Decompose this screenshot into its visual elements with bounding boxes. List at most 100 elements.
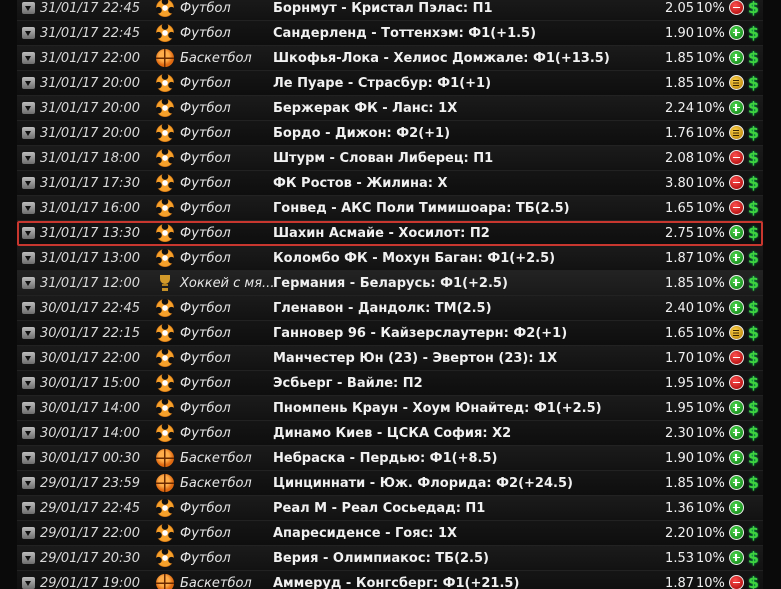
dollar-icon[interactable]: $ [746, 72, 761, 94]
dollar-icon[interactable]: $ [746, 272, 761, 294]
bet-row[interactable]: 31/01/17 13:00 Футбол Коломбо ФК - Мохун Б… [17, 246, 763, 271]
dollar-icon[interactable]: $ [746, 547, 761, 569]
bet-event[interactable]: Коломбо ФК - Мохун Баган: Ф1(+2.5) [273, 246, 555, 271]
expand-arrow-icon[interactable] [22, 177, 35, 189]
bet-event[interactable]: Пномпень Краун - Хоум Юнайтед: Ф1(+2.5) [273, 396, 602, 421]
bet-row[interactable]: 31/01/17 22:00 Баскетбол Шкофья-Лока - Хел… [17, 46, 763, 71]
expand-arrow-icon[interactable] [22, 502, 35, 514]
expand-arrow-icon[interactable] [22, 227, 35, 239]
bet-stake: 10% [696, 101, 725, 116]
bet-row[interactable]: 31/01/17 22:45 Футбол Борнмут - Кристал Пэ… [17, 0, 763, 21]
bet-event[interactable]: Аммеруд - Конгсберг: Ф1(+21.5) [273, 571, 519, 589]
dollar-icon[interactable]: $ [746, 472, 761, 494]
bet-sport: Баскетбол [180, 51, 252, 66]
bet-row[interactable]: 30/01/17 14:00 Футбол Пномпень Краун - Хоу… [17, 396, 763, 421]
expand-arrow-icon[interactable] [22, 527, 35, 539]
bet-row[interactable]: 31/01/17 20:00 Футбол Бордо - Дижон: Ф2(+1… [17, 121, 763, 146]
bet-row[interactable]: 31/01/17 13:30 Футбол Шахин Асмайе - Хосил… [17, 221, 763, 246]
expand-arrow-icon[interactable] [22, 277, 35, 289]
bet-row[interactable]: 29/01/17 22:00 Футбол Апаресиденсе - Гояс:… [17, 521, 763, 546]
bet-row[interactable]: 29/01/17 20:30 Футбол Верия - Олимпиакос: … [17, 546, 763, 571]
expand-arrow-icon[interactable] [22, 77, 35, 89]
dollar-icon[interactable]: $ [746, 197, 761, 219]
bet-date: 30/01/17 00:30 [40, 451, 140, 466]
expand-arrow-icon[interactable] [22, 302, 35, 314]
dollar-icon[interactable]: $ [746, 447, 761, 469]
bet-row[interactable]: 30/01/17 22:15 Футбол Ганновер 96 - Кайзер… [17, 321, 763, 346]
bet-event[interactable]: Шкофья-Лока - Хелиос Домжале: Ф1(+13.5) [273, 46, 610, 71]
bet-event[interactable]: Манчестер Юн (23) - Эвертон (23): 1Х [273, 346, 557, 371]
bet-row[interactable]: 30/01/17 00:30 Баскетбол Небраска - Пердью… [17, 446, 763, 471]
bet-row[interactable]: 29/01/17 19:00 Баскетбол Аммеруд - Конгсбе… [17, 571, 763, 589]
dollar-icon[interactable]: $ [746, 422, 761, 444]
bet-row[interactable]: 31/01/17 16:00 Футбол Гонвед - АКС Поли Ти… [17, 196, 763, 221]
bet-row[interactable]: 31/01/17 20:00 Футбол Ле Пуаре - Страсбур:… [17, 71, 763, 96]
bet-event[interactable]: Ле Пуаре - Страсбур: Ф1(+1) [273, 71, 491, 96]
bet-event[interactable]: Динамо Киев - ЦСКА София: Х2 [273, 421, 511, 446]
bet-row[interactable]: 31/01/17 22:45 Футбол Сандерленд - Тоттенх… [17, 21, 763, 46]
expand-arrow-icon[interactable] [22, 127, 35, 139]
bet-row[interactable]: 30/01/17 15:00 Футбол Эсбьерг - Вайле: П2 1… [17, 371, 763, 396]
bet-event[interactable]: Бержерак ФК - Ланс: 1Х [273, 96, 457, 121]
expand-arrow-icon[interactable] [22, 2, 35, 14]
expand-arrow-icon[interactable] [22, 252, 35, 264]
dollar-icon[interactable]: $ [746, 122, 761, 144]
bet-event[interactable]: Гонвед - АКС Поли Тимишоара: ТБ(2.5) [273, 196, 570, 221]
expand-arrow-icon[interactable] [22, 327, 35, 339]
bet-event[interactable]: Германия - Беларусь: Ф1(+2.5) [273, 271, 508, 296]
dollar-icon[interactable]: $ [746, 147, 761, 169]
expand-arrow-icon[interactable] [22, 402, 35, 414]
bet-event[interactable]: Гленавон - Дандолк: ТМ(2.5) [273, 296, 492, 321]
bet-event[interactable]: Цинциннати - Юж. Флорида: Ф2(+24.5) [273, 471, 573, 496]
expand-arrow-icon[interactable] [22, 102, 35, 114]
bet-event[interactable]: Борнмут - Кристал Пэлас: П1 [273, 0, 493, 21]
basketball-icon [156, 449, 174, 467]
bet-event[interactable]: Апаресиденсе - Гояс: 1Х [273, 521, 457, 546]
dollar-icon[interactable]: $ [746, 522, 761, 544]
dollar-icon[interactable]: $ [746, 347, 761, 369]
bet-odds: 2.40 [665, 301, 694, 316]
dollar-icon[interactable]: $ [746, 47, 761, 69]
bet-row[interactable]: 30/01/17 22:45 Футбол Гленавон - Дандолк: … [17, 296, 763, 321]
bet-row[interactable]: 31/01/17 12:00 Хоккей с мя... Германия - Б… [17, 271, 763, 296]
dollar-icon[interactable]: $ [746, 22, 761, 44]
bet-event[interactable]: Бордо - Дижон: Ф2(+1) [273, 121, 450, 146]
dollar-icon[interactable]: $ [746, 297, 761, 319]
bet-row[interactable]: 29/01/17 22:45 Футбол Реал М - Реал Сосьед… [17, 496, 763, 521]
dollar-icon[interactable]: $ [746, 372, 761, 394]
bet-event[interactable]: Реал М - Реал Сосьедад: П1 [273, 496, 485, 521]
bet-event[interactable]: Штурм - Слован Либерец: П1 [273, 146, 493, 171]
bet-row[interactable]: 31/01/17 20:00 Футбол Бержерак ФК - Ланс: … [17, 96, 763, 121]
bet-event[interactable]: ФК Ростов - Жилина: Х [273, 171, 448, 196]
dollar-icon[interactable]: $ [746, 172, 761, 194]
bet-row[interactable]: 31/01/17 17:30 Футбол ФК Ростов - Жилина: … [17, 171, 763, 196]
bet-event[interactable]: Верия - Олимпиакос: ТБ(2.5) [273, 546, 489, 571]
bet-event[interactable]: Небраска - Пердью: Ф1(+8.5) [273, 446, 497, 471]
expand-arrow-icon[interactable] [22, 152, 35, 164]
dollar-icon[interactable]: $ [746, 97, 761, 119]
expand-arrow-icon[interactable] [22, 452, 35, 464]
bet-row[interactable]: 31/01/17 18:00 Футбол Штурм - Слован Либер… [17, 146, 763, 171]
bet-event[interactable]: Эсбьерг - Вайле: П2 [273, 371, 423, 396]
expand-arrow-icon[interactable] [22, 27, 35, 39]
expand-arrow-icon[interactable] [22, 577, 35, 589]
dollar-icon[interactable]: $ [746, 222, 761, 244]
bet-row[interactable]: 29/01/17 23:59 Баскетбол Цинциннати - Юж. … [17, 471, 763, 496]
bet-event[interactable]: Ганновер 96 - Кайзерслаутерн: Ф2(+1) [273, 321, 567, 346]
expand-arrow-icon[interactable] [22, 552, 35, 564]
expand-arrow-icon[interactable] [22, 352, 35, 364]
dollar-icon[interactable]: $ [746, 322, 761, 344]
expand-arrow-icon[interactable] [22, 202, 35, 214]
expand-arrow-icon[interactable] [22, 427, 35, 439]
dollar-icon[interactable]: $ [746, 397, 761, 419]
dollar-icon[interactable]: $ [746, 0, 761, 19]
dollar-icon[interactable]: $ [746, 247, 761, 269]
expand-arrow-icon[interactable] [22, 52, 35, 64]
expand-arrow-icon[interactable] [22, 377, 35, 389]
dollar-icon[interactable]: $ [746, 572, 761, 589]
bet-event[interactable]: Шахин Асмайе - Хосилот: П2 [273, 221, 490, 246]
expand-arrow-icon[interactable] [22, 477, 35, 489]
bet-event[interactable]: Сандерленд - Тоттенхэм: Ф1(+1.5) [273, 21, 536, 46]
bet-row[interactable]: 30/01/17 22:00 Футбол Манчестер Юн (23) - … [17, 346, 763, 371]
bet-row[interactable]: 30/01/17 14:00 Футбол Динамо Киев - ЦСКА С… [17, 421, 763, 446]
